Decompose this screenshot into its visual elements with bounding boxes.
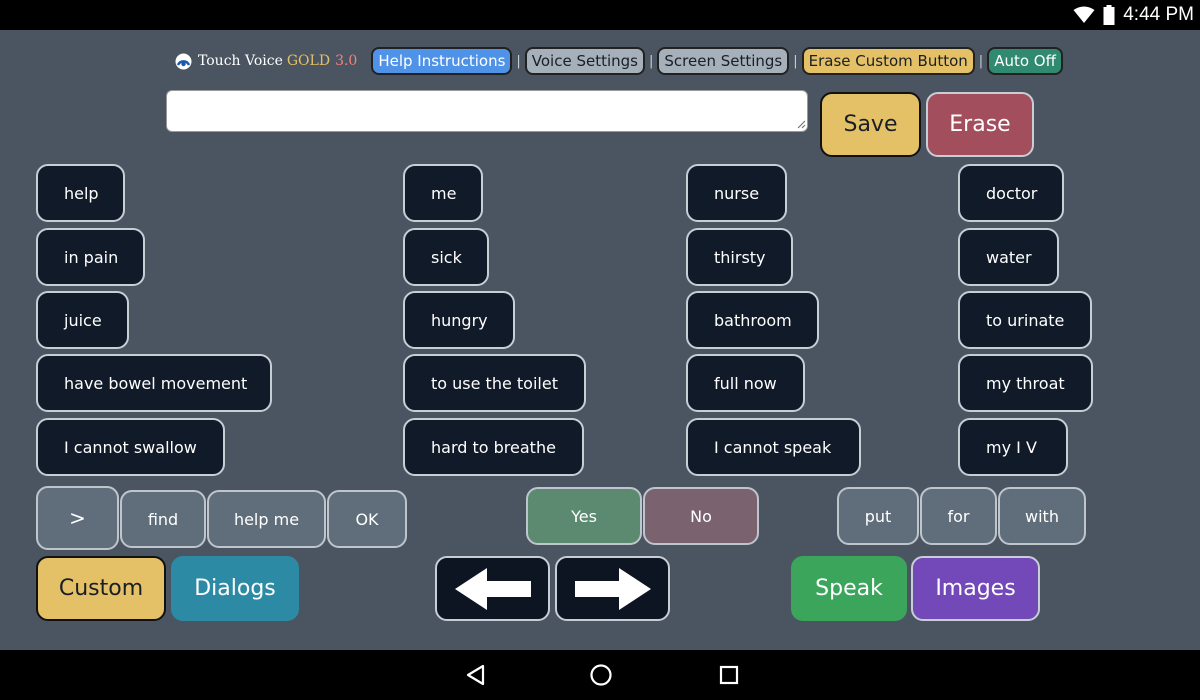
word-button-ok[interactable]: OK	[327, 490, 407, 548]
no-button[interactable]: No	[643, 487, 759, 545]
phrase-button-to-urinate[interactable]: to urinate	[958, 291, 1092, 349]
phrase-button-thirsty[interactable]: thirsty	[686, 228, 793, 286]
yes-button[interactable]: Yes	[526, 487, 642, 545]
phrase-button-me[interactable]: me	[403, 164, 483, 222]
word-button-for[interactable]: for	[920, 487, 997, 545]
phrase-button-doctor[interactable]: doctor	[958, 164, 1064, 222]
message-input[interactable]	[166, 90, 808, 132]
screen-settings-button[interactable]: Screen Settings	[657, 47, 790, 75]
recents-square-icon[interactable]	[717, 663, 741, 687]
custom-button[interactable]: Custom	[36, 556, 166, 621]
phrase-button-my-i-v[interactable]: my I V	[958, 418, 1068, 476]
app-edition: GOLD	[286, 53, 331, 69]
word-button-with[interactable]: with	[998, 487, 1086, 545]
navigation-bar	[0, 650, 1200, 700]
next-button[interactable]	[555, 556, 670, 621]
phrase-button-in-pain[interactable]: in pain	[36, 228, 145, 286]
wifi-icon	[1073, 6, 1095, 23]
arrow-left-icon	[454, 567, 531, 610]
previous-button[interactable]	[435, 556, 550, 621]
more-button[interactable]: >	[36, 486, 119, 550]
resize-grip-icon	[797, 120, 806, 129]
phrase-button-sick[interactable]: sick	[403, 228, 489, 286]
app-version: 3.0	[335, 53, 358, 69]
app-title: Touch Voice	[198, 53, 283, 69]
phrase-button-bathroom[interactable]: bathroom	[686, 291, 819, 349]
speak-button[interactable]: Speak	[791, 556, 907, 621]
phrase-button-full-now[interactable]: full now	[686, 354, 805, 412]
phrase-button-have-bowel-movement[interactable]: have bowel movement	[36, 354, 272, 412]
back-triangle-icon[interactable]	[464, 663, 488, 687]
status-time: 4:44 PM	[1123, 4, 1194, 25]
phrase-button-nurse[interactable]: nurse	[686, 164, 787, 222]
status-right: 4:44 PM	[1073, 0, 1194, 30]
toolbar-separator: |	[649, 53, 654, 69]
images-button[interactable]: Images	[911, 556, 1040, 621]
phrase-button-juice[interactable]: juice	[36, 291, 129, 349]
voice-settings-button[interactable]: Voice Settings	[524, 47, 645, 75]
word-button-help-me[interactable]: help me	[207, 490, 326, 548]
dialogs-button[interactable]: Dialogs	[171, 556, 299, 621]
phrase-button-hard-to-breathe[interactable]: hard to breathe	[403, 418, 584, 476]
home-circle-icon[interactable]	[589, 663, 613, 687]
phrase-button-to-use-the-toilet[interactable]: to use the toilet	[403, 354, 586, 412]
save-button[interactable]: Save	[820, 92, 921, 157]
arrow-right-icon	[574, 567, 651, 610]
erase-custom-button[interactable]: Erase Custom Button	[801, 47, 975, 75]
phrase-button-hungry[interactable]: hungry	[403, 291, 515, 349]
auto-off-button[interactable]: Auto Off	[987, 47, 1063, 75]
status-bar: 4:44 PM	[0, 0, 1200, 30]
battery-icon	[1103, 5, 1115, 25]
phrase-button-my-throat[interactable]: my throat	[958, 354, 1093, 412]
phrase-button-i-cannot-speak[interactable]: I cannot speak	[686, 418, 861, 476]
word-button-find[interactable]: find	[120, 490, 206, 548]
help-instructions-button[interactable]: Help Instructions	[371, 47, 513, 75]
top-toolbar: Touch Voice GOLD 3.0 Help Instructions | V…	[175, 46, 1063, 76]
app-name: Touch Voice GOLD 3.0	[198, 53, 357, 69]
phrase-button-help[interactable]: help	[36, 164, 125, 222]
app-logo-icon	[175, 53, 192, 69]
word-button-put[interactable]: put	[837, 487, 919, 545]
toolbar-separator: |	[516, 53, 521, 69]
phrase-button-water[interactable]: water	[958, 228, 1059, 286]
toolbar-separator: |	[793, 53, 798, 69]
erase-button[interactable]: Erase	[926, 92, 1034, 157]
toolbar-separator: |	[978, 53, 984, 69]
phrase-button-i-cannot-swallow[interactable]: I cannot swallow	[36, 418, 225, 476]
